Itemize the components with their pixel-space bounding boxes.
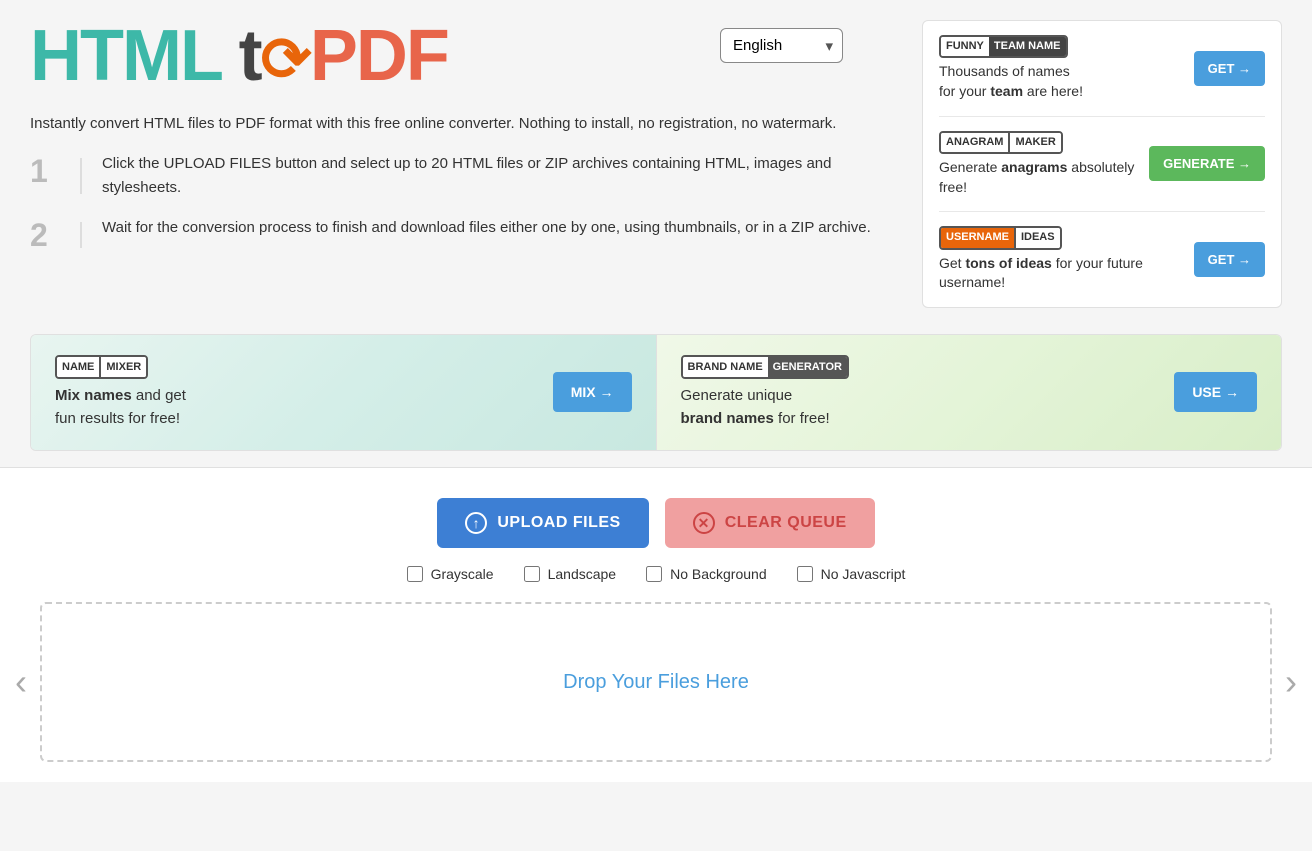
name-mixer-text: Mix names and getfun results for free!: [55, 385, 537, 430]
no-background-checkbox[interactable]: [646, 566, 662, 582]
step-content-1: Click the UPLOAD FILES button and select…: [102, 152, 902, 200]
logo-pdf: PDF: [310, 16, 448, 96]
landscape-checkbox[interactable]: [524, 566, 540, 582]
brand-name-use-button[interactable]: USE →: [1174, 372, 1257, 412]
language-dropdown[interactable]: English Spanish French German Portuguese: [720, 28, 843, 63]
username-get-button[interactable]: GET →: [1194, 242, 1265, 277]
banner-ads: NAME MIXER Mix names and getfun results …: [30, 334, 1282, 452]
brand-name-badge: BRAND NAME GENERATOR: [681, 355, 849, 380]
name-mixer-badge: NAME MIXER: [55, 355, 148, 380]
no-background-label: No Background: [670, 566, 767, 582]
grayscale-option[interactable]: Grayscale: [407, 566, 494, 582]
upload-section: ↑ UPLOAD FILES ✕ CLEAR QUEUE Grayscale L…: [0, 467, 1312, 782]
upload-btn-label: UPLOAD FILES: [497, 514, 620, 532]
logo-to: t⟳: [221, 16, 310, 96]
grayscale-checkbox[interactable]: [407, 566, 423, 582]
nav-arrow-left[interactable]: ‹: [10, 661, 32, 703]
upload-files-button[interactable]: ↑ UPLOAD FILES: [437, 498, 648, 548]
clear-icon: ✕: [693, 512, 715, 534]
funny-team-get-button[interactable]: GET →: [1194, 51, 1265, 86]
funny-team-text: Thousands of namesfor your team are here…: [939, 62, 1184, 101]
step-number-1: 1: [30, 152, 60, 190]
step-1: 1 Click the UPLOAD FILES button and sele…: [30, 152, 902, 200]
logo-html: HTML: [30, 16, 221, 96]
ad-funny-team: FUNNY TEAM NAME Thousands of namesfor yo…: [939, 35, 1265, 117]
brand-name-text: Generate uniquebrand names for free!: [681, 385, 1159, 430]
drop-zone-text: Drop Your Files Here: [563, 671, 749, 694]
upload-buttons-row: ↑ UPLOAD FILES ✕ CLEAR QUEUE: [30, 498, 1282, 548]
drop-zone[interactable]: Drop Your Files Here: [40, 602, 1272, 762]
username-text: Get tons of ideas for your future userna…: [939, 254, 1184, 293]
no-background-option[interactable]: No Background: [646, 566, 767, 582]
step-number-2: 2: [30, 216, 60, 254]
funny-team-badge: FUNNY TEAM NAME: [939, 35, 1068, 58]
anagram-text: Generate anagrams absolutely free!: [939, 158, 1139, 197]
drop-zone-wrapper: ‹ Drop Your Files Here ›: [30, 602, 1282, 762]
language-selector[interactable]: English Spanish French German Portuguese: [720, 28, 843, 63]
landscape-label: Landscape: [548, 566, 617, 582]
grayscale-label: Grayscale: [431, 566, 494, 582]
anagram-generate-button[interactable]: GENERATE →: [1149, 146, 1265, 181]
no-javascript-option[interactable]: No Javascript: [797, 566, 906, 582]
options-row: Grayscale Landscape No Background No Jav…: [30, 566, 1282, 582]
clear-queue-button[interactable]: ✕ CLEAR QUEUE: [665, 498, 875, 548]
username-badge: USERNAME IDEAS: [939, 226, 1062, 249]
no-javascript-checkbox[interactable]: [797, 566, 813, 582]
anagram-badge: ANAGRAM MAKER: [939, 131, 1063, 154]
ad-panel: FUNNY TEAM NAME Thousands of namesfor yo…: [922, 20, 1282, 308]
name-mixer-mix-button[interactable]: MIX →: [553, 372, 632, 412]
step-content-2: Wait for the conversion process to finis…: [102, 216, 871, 240]
ad-username: USERNAME IDEAS Get tons of ideas for you…: [939, 226, 1265, 293]
landscape-option[interactable]: Landscape: [524, 566, 617, 582]
upload-icon: ↑: [465, 512, 487, 534]
nav-arrow-right[interactable]: ›: [1280, 661, 1302, 703]
description-text: Instantly convert HTML files to PDF form…: [30, 112, 870, 136]
ad-anagram: ANAGRAM MAKER Generate anagrams absolute…: [939, 131, 1265, 213]
step-2: 2 Wait for the conversion process to fin…: [30, 216, 902, 254]
no-javascript-label: No Javascript: [821, 566, 906, 582]
banner-ad-brand-name: BRAND NAME GENERATOR Generate uniquebran…: [657, 335, 1282, 451]
clear-btn-label: CLEAR QUEUE: [725, 514, 847, 532]
banner-ad-name-mixer: NAME MIXER Mix names and getfun results …: [31, 335, 657, 451]
